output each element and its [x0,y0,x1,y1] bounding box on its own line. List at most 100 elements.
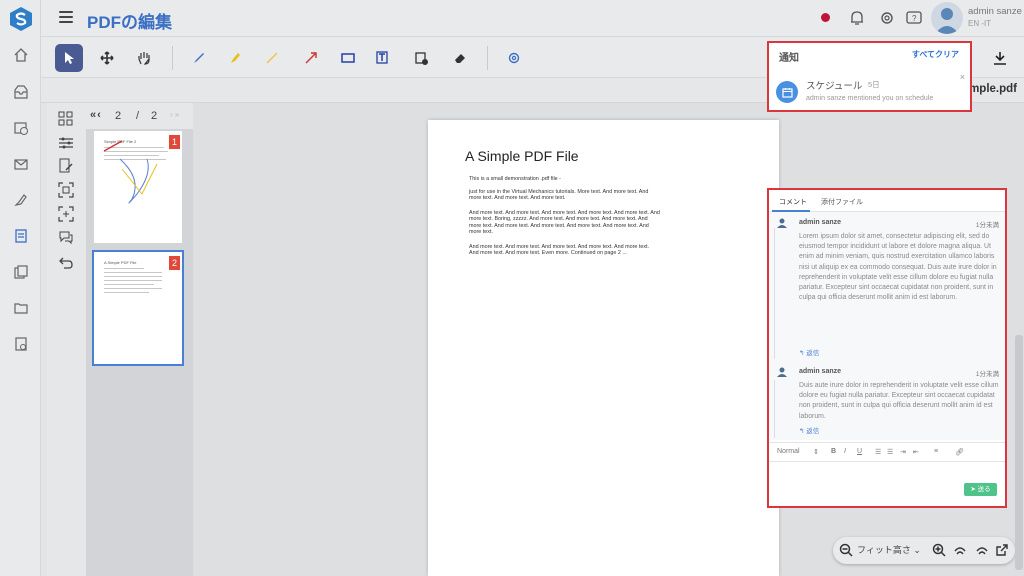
comment-item: admin sanze 1分未満 Duis aute irure dolor i… [775,365,1001,437]
edit-document-icon[interactable] [58,158,74,174]
sliders-icon[interactable] [58,135,74,151]
pdf-edit-icon[interactable] [12,227,30,245]
calendar-clock-icon[interactable] [12,119,30,137]
document-paragraph: And more text. And more text. And more t… [469,210,660,235]
scan-icon[interactable] [58,182,74,198]
line-tool-button[interactable] [258,44,286,72]
reply-label: 返信 [806,350,820,357]
archive-icon[interactable] [12,335,30,353]
format-select-arrow-icon[interactable]: ⇕ [813,448,819,456]
notification-item-age: 5日 [868,80,880,89]
stamp-tool-button[interactable] [407,44,435,72]
notification-item-message[interactable]: admin sanze mentioned you on schedule [806,95,933,102]
document-title: A Simple PDF File [465,148,579,164]
toolbar-divider [172,46,173,70]
select-tool-button[interactable] [55,44,83,72]
thumbnails-grid-icon[interactable] [58,111,74,127]
crop-icon[interactable] [58,206,74,222]
reply-button[interactable]: ↰ 返信 [799,347,819,357]
italic-button[interactable]: I [844,448,846,455]
download-button[interactable] [986,44,1014,72]
page-thumbnail-1[interactable]: 1 Simple PDF File 2 [94,131,182,243]
gear-icon[interactable] [878,9,896,27]
pan-tool-button[interactable] [130,44,158,72]
pen-tool-button[interactable] [185,44,213,72]
notification-item-title[interactable]: スケジュール [806,78,862,92]
thumbnail-title: A Simple PDF File [104,260,137,265]
indent-icon[interactable]: ⇥ [900,448,906,456]
zoom-controls: フィット高さ ⌄ [833,537,1015,564]
send-button[interactable]: ➤ 送る [964,483,997,496]
file-name: mple.pdf [969,83,1017,95]
document-paragraph: And more text. And more text. And more t… [469,244,650,257]
home-icon[interactable] [12,46,30,64]
comment-time: 1分未満 [975,222,999,229]
tab-comments[interactable]: コメント [779,197,807,207]
menu-icon[interactable] [59,11,73,24]
total-pages: 2 [151,110,158,122]
current-page-input[interactable]: 2 [115,110,121,122]
ordered-list-icon[interactable]: ☰ [875,448,881,456]
open-external-icon[interactable] [995,543,1009,557]
zoom-in-icon[interactable] [932,543,946,557]
zoom-value: フィット高さ [857,545,911,555]
comments-panel: コメント 添付ファイル admin sanze 1分未満 Lorem ipsum… [767,188,1007,508]
settings-tool-button[interactable] [500,44,528,72]
bell-icon[interactable] [848,9,866,27]
eraser-tool-button[interactable] [446,44,474,72]
pdf-page[interactable]: A Simple PDF File This is a small demons… [428,120,779,576]
sign-icon[interactable] [12,191,30,209]
thumbnail-annotation-drawing [103,140,158,204]
rotate-left-icon[interactable] [953,543,967,557]
rotate-right-icon[interactable] [975,543,989,557]
page-navigator: « ‹ 2 / 2 › » [86,103,193,129]
mail-icon[interactable] [12,155,30,173]
zoom-out-icon[interactable] [839,543,853,557]
zoom-select[interactable]: フィット高さ ⌄ [857,543,927,558]
text-tool-button[interactable] [369,44,397,72]
clear-all-button[interactable]: すべてクリア [912,49,959,60]
vertical-scrollbar[interactable] [1015,335,1023,570]
toolbar-divider [487,46,488,70]
comment-body: Duis aute irure dolor in reprehenderit i… [799,382,999,420]
help-icon[interactable]: ? [905,9,923,27]
tab-attachments[interactable]: 添付ファイル [821,197,863,207]
reply-button[interactable]: ↰ 返信 [799,425,819,435]
format-select[interactable]: Normal [777,448,800,455]
align-icon[interactable]: ≡ [934,448,938,455]
folder-icon[interactable] [12,299,30,317]
outdent-icon[interactable]: ⇤ [913,448,919,456]
comments-icon[interactable] [58,229,74,245]
editor-toolbar: Normal ⇕ B I U ☰ ☰ ⇥ ⇤ ≡ 🔗︎ [769,442,1005,462]
close-icon[interactable]: × [960,72,965,82]
undo-icon[interactable] [58,255,74,271]
arrow-tool-button[interactable] [297,44,325,72]
move-tool-button[interactable] [93,44,121,72]
inbox-icon[interactable] [12,83,30,101]
comment-item: admin sanze 1分未満 Lorem ipsum dolor sit a… [775,216,1001,361]
top-bar: PDFの編集 ? admin sanze EN -IT [41,0,1024,37]
next-page-icon[interactable]: › » [170,110,179,119]
page-thumbnail-2[interactable]: 2 A Simple PDF File [92,250,184,366]
comment-input[interactable] [769,463,1005,483]
bullet-list-icon[interactable]: ☰ [887,448,893,456]
send-label: 送る [977,486,991,493]
first-page-icon[interactable]: « ‹ [90,109,101,121]
highlighter-tool-button[interactable] [221,44,249,72]
calendar-icon [776,81,798,103]
user-icon [777,218,787,228]
notification-title: 通知 [779,53,799,64]
app-logo-icon[interactable] [9,6,33,32]
user-language[interactable]: EN -IT [968,19,991,28]
link-icon[interactable]: 🔗︎ [955,448,964,456]
svg-text:?: ? [912,14,917,23]
rectangle-tool-button[interactable] [334,44,362,72]
page-separator: / [136,110,140,122]
page-title: PDFの編集 [87,13,172,32]
avatar[interactable] [931,2,963,34]
user-icon [777,367,787,377]
underline-button[interactable]: U [857,448,862,455]
bold-button[interactable]: B [831,448,836,455]
user-name[interactable]: admin sanze [968,6,1022,17]
documents-icon[interactable] [12,263,30,281]
